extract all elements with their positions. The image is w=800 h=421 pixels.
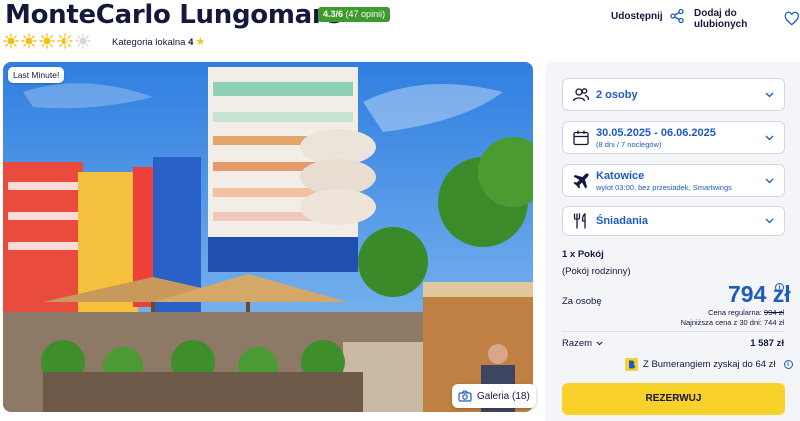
share-icon	[670, 8, 684, 24]
rating-score: 4.3/6	[323, 9, 344, 19]
share-label: Udostępnij	[611, 10, 663, 22]
persons-select[interactable]: 2 osoby	[562, 78, 785, 111]
info-icon[interactable]: i	[775, 283, 784, 292]
total-label: Razem	[562, 338, 593, 349]
hotel-title: MonteCarlo Lungomare	[5, 0, 342, 30]
chevron-down-icon	[765, 218, 774, 224]
dates-select[interactable]: 30.05.2025 - 06.06.2025 (8 dni / 7 nocleg…	[562, 121, 785, 154]
share-button[interactable]: Udostępnij	[611, 8, 685, 24]
bumerang-logo-icon	[625, 358, 638, 371]
sun-full-icon	[3, 33, 19, 49]
bumerang-info: Z Bumerangiem zyskaj do 64 zł i	[625, 358, 793, 371]
total-toggle[interactable]: Razem	[562, 338, 603, 349]
camera-icon	[458, 390, 472, 402]
dates-sub: (8 dni / 7 noclegów)	[596, 139, 662, 149]
cutlery-icon	[573, 212, 586, 229]
lowest-price-30-days: Najniższa cena z 30 dni: 744 zł	[680, 318, 784, 327]
board-value: Śniadania	[596, 215, 648, 227]
category-value: 4	[188, 37, 194, 48]
dates-value: 30.05.2025 - 06.06.2025	[596, 126, 716, 139]
plane-icon	[573, 172, 589, 188]
regular-price: Cena regularna: 994 zł	[708, 308, 784, 317]
sun-empty-icon	[75, 33, 91, 49]
chevron-down-icon	[765, 135, 774, 140]
favorite-label: Dodaj do ulubionych	[694, 8, 748, 30]
bumerang-info-icon[interactable]: i	[783, 360, 793, 369]
last-minute-badge: Last Minute!	[8, 67, 65, 83]
gallery-label: Galeria (18)	[477, 390, 530, 402]
star-icon: ★	[195, 36, 206, 48]
regular-label: Cena regularna:	[708, 308, 762, 317]
chevron-down-icon	[596, 341, 603, 346]
room-count: 1 x Pokój	[562, 249, 604, 260]
divider	[562, 331, 785, 332]
per-person-label: Za osobę	[562, 296, 602, 307]
hotel-photo-image	[3, 62, 533, 412]
chevron-down-icon	[765, 178, 774, 183]
departure-value: Katowice	[596, 169, 645, 182]
bumerang-text: Z Bumerangiem zyskaj do 64 zł	[643, 359, 776, 370]
rating-badge[interactable]: 4.3/6 (47 opinii)	[318, 7, 391, 22]
sun-full-icon	[21, 33, 37, 49]
chevron-down-icon	[765, 92, 774, 97]
total-price: 1 587 zł	[750, 338, 784, 349]
board-select[interactable]: Śniadania	[562, 206, 785, 236]
category-label: Kategoria lokalna	[112, 37, 186, 48]
sun-rating	[3, 33, 91, 49]
local-category: Kategoria lokalna 4 ★	[112, 35, 205, 48]
sun-half-icon	[57, 33, 73, 49]
room-type: (Pokój rodzinny)	[562, 266, 631, 277]
gallery-button[interactable]: Galeria (18)	[452, 384, 536, 408]
departure-select[interactable]: Katowice wylot 03:00, bez przesiadek, Sma…	[562, 164, 785, 197]
person-icon	[572, 87, 590, 101]
calendar-icon	[573, 130, 589, 145]
sun-full-icon	[39, 33, 55, 49]
departure-sub: wylot 03:00, bez przesiadek, Smartwings	[596, 182, 732, 192]
heart-icon	[785, 11, 800, 26]
favorite-button[interactable]: Dodaj do ulubionych	[694, 8, 800, 30]
rating-count: (47 opinii)	[345, 9, 386, 19]
hotel-photo[interactable]	[3, 62, 533, 412]
regular-price-value: 994 zł	[763, 308, 784, 317]
persons-value: 2 osoby	[596, 88, 638, 101]
reserve-button[interactable]: REZERWUJ	[562, 383, 785, 415]
